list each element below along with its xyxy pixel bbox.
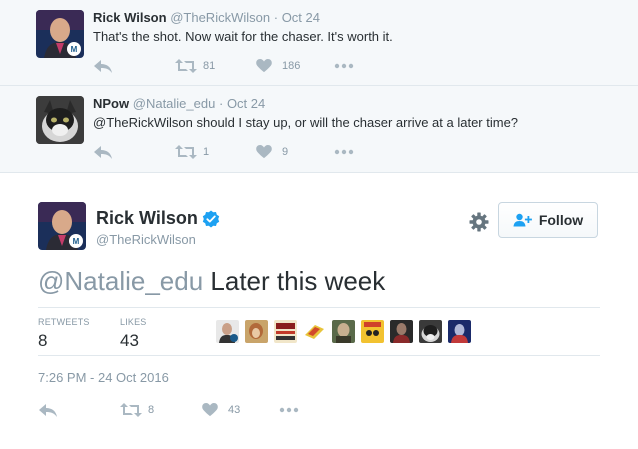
separator-dot: · [218, 96, 224, 111]
tweet-text-body: Later this week [203, 266, 386, 296]
tweet-actions: 8 43 [38, 401, 338, 419]
permalink-tweet: M Rick Wilson @TheRickWilson Follow @Nat… [0, 174, 638, 449]
liker-avatar[interactable] [245, 320, 268, 343]
reply-button[interactable] [93, 57, 113, 75]
retweet-icon [175, 58, 197, 74]
reply-tweet[interactable]: M Rick Wilson @TheRickWilson · Oct 24 Th… [0, 0, 638, 86]
more-icon [279, 407, 299, 413]
like-button[interactable]: 9 [256, 143, 288, 161]
like-button[interactable]: 186 [256, 57, 300, 75]
liker-avatar[interactable] [303, 320, 326, 343]
display-name[interactable]: NPow [93, 96, 129, 111]
reply-icon [38, 402, 58, 418]
tweet-header: NPow @Natalie_edu · Oct 24 [93, 96, 265, 111]
retweet-count: 81 [203, 60, 216, 72]
retweet-icon [175, 144, 197, 160]
gear-icon[interactable] [468, 211, 490, 233]
avatar[interactable]: M [36, 10, 84, 58]
likers-avatars [216, 320, 477, 343]
like-count: 43 [228, 404, 241, 416]
liker-avatar[interactable] [332, 320, 355, 343]
liker-avatar[interactable] [419, 320, 442, 343]
more-button[interactable] [279, 401, 299, 419]
liker-avatar[interactable] [274, 320, 297, 343]
reply-icon [93, 144, 113, 160]
tweet-time[interactable]: Oct 24 [227, 96, 265, 111]
avatar[interactable]: M [38, 202, 86, 250]
follow-button[interactable]: Follow [498, 202, 598, 238]
display-name[interactable]: Rick Wilson [93, 10, 167, 25]
liker-avatar[interactable] [361, 320, 384, 343]
like-button[interactable]: 43 [202, 401, 240, 419]
reply-icon [93, 58, 113, 74]
tweet-actions: 1 9 [93, 143, 393, 161]
more-icon [334, 63, 354, 69]
retweet-count: 1 [203, 146, 210, 158]
name-line: Rick Wilson [96, 208, 220, 229]
liker-avatar[interactable] [216, 320, 239, 343]
user-handle[interactable]: @Natalie_edu [133, 96, 216, 111]
likes-label: LIKES [120, 317, 147, 327]
tweet-actions: 81 186 [93, 57, 393, 75]
reply-button[interactable] [38, 401, 58, 419]
tweet-stats: RETWEETS 8 LIKES 43 [38, 307, 600, 356]
follow-label: Follow [538, 212, 584, 228]
heart-icon [256, 59, 272, 73]
likes-stat[interactable]: LIKES 43 [120, 317, 147, 351]
retweets-value: 8 [38, 331, 48, 350]
more-button[interactable] [334, 143, 354, 161]
heart-icon [256, 145, 272, 159]
like-count: 9 [282, 146, 289, 158]
separator-dot: · [273, 10, 279, 25]
retweets-stat[interactable]: RETWEETS 8 [38, 317, 90, 351]
tweet-timestamp[interactable]: 7:26 PM - 24 Oct 2016 [38, 370, 169, 385]
retweets-label: RETWEETS [38, 317, 90, 327]
tweet-time[interactable]: Oct 24 [282, 10, 320, 25]
reply-button[interactable] [93, 143, 113, 161]
retweet-button[interactable]: 81 [175, 57, 215, 75]
more-button[interactable] [334, 57, 354, 75]
svg-text:M: M [71, 45, 78, 54]
liker-avatar[interactable] [390, 320, 413, 343]
reply-tweet[interactable]: NPow @Natalie_edu · Oct 24 @TheRickWilso… [0, 86, 638, 173]
avatar[interactable] [36, 96, 84, 144]
retweet-icon [120, 402, 142, 418]
retweet-button[interactable]: 8 [120, 401, 154, 419]
user-handle[interactable]: @TheRickWilson [170, 10, 270, 25]
more-icon [334, 149, 354, 155]
tweet-text: That's the shot. Now wait for the chaser… [93, 29, 393, 44]
tweet-text: @TheRickWilson should I stay up, or will… [93, 115, 519, 130]
like-count: 186 [282, 60, 301, 72]
retweet-count: 8 [148, 404, 155, 416]
retweet-button[interactable]: 1 [175, 143, 209, 161]
heart-icon [202, 403, 218, 417]
liker-avatar[interactable] [448, 320, 471, 343]
tweet-header: Rick Wilson @TheRickWilson · Oct 24 [93, 10, 320, 25]
verified-icon [202, 210, 220, 227]
user-handle[interactable]: @TheRickWilson [96, 232, 196, 247]
likes-value: 43 [120, 331, 139, 350]
tweet-text: @Natalie_edu Later this week [38, 266, 385, 297]
display-name[interactable]: Rick Wilson [96, 208, 198, 229]
svg-text:M: M [73, 237, 80, 246]
mention-link[interactable]: @Natalie_edu [38, 266, 203, 296]
follow-person-icon [513, 213, 532, 227]
